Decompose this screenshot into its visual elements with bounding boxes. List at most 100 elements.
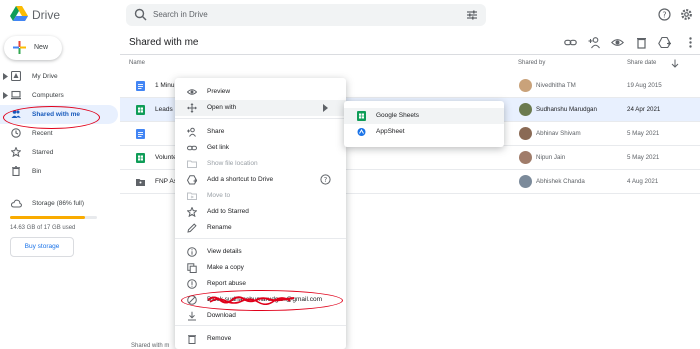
column-header-shared-by[interactable]: Shared by bbox=[518, 60, 545, 66]
drive-logo-icon[interactable] bbox=[10, 6, 28, 22]
new-button-label: New bbox=[34, 44, 49, 51]
sidebar-nav: My Drive Computers Shared with me Recent… bbox=[0, 67, 118, 181]
folder-icon bbox=[187, 160, 197, 168]
menu-item-label: Download bbox=[207, 312, 236, 319]
menu-item-label: Add a shortcut to Drive bbox=[207, 176, 274, 183]
sidebar-item-bin[interactable]: Bin bbox=[0, 162, 118, 181]
svg-text:?: ? bbox=[324, 176, 328, 184]
menu-item-label: Rename bbox=[207, 224, 232, 231]
shared-by: Abhinav Shivam bbox=[536, 130, 581, 137]
submenu-item-google-sheets[interactable]: Google Sheets bbox=[344, 108, 504, 124]
sidebar-item-label: Recent bbox=[32, 130, 53, 137]
menu-item-get-link[interactable]: Get link bbox=[175, 140, 346, 156]
page-title: Shared with me bbox=[129, 37, 199, 48]
menu-item-add-to-starred[interactable]: Add to Starred bbox=[175, 204, 346, 220]
search-icon[interactable] bbox=[134, 8, 147, 21]
file-name[interactable]: 1 Minu bbox=[155, 82, 175, 89]
menu-item-open-with[interactable]: Open with bbox=[175, 100, 346, 116]
menu-item-rename[interactable]: Rename bbox=[175, 220, 346, 236]
person-add-icon[interactable] bbox=[588, 36, 601, 49]
menu-item-label: Share bbox=[207, 128, 225, 135]
trash-icon bbox=[188, 335, 196, 344]
storage-bar bbox=[10, 216, 97, 219]
shared-people-icon bbox=[11, 110, 21, 118]
sidebar-item-shared-with-me[interactable]: Shared with me bbox=[0, 105, 118, 124]
sidebar-item-label: Starred bbox=[32, 149, 54, 156]
avatar bbox=[519, 127, 532, 140]
report-icon bbox=[187, 279, 197, 289]
buy-storage-button[interactable]: Buy storage bbox=[10, 237, 74, 257]
sidebar-item-label: Computers bbox=[32, 92, 64, 99]
sidebar-item-recent[interactable]: Recent bbox=[0, 124, 118, 143]
search-options-icon[interactable] bbox=[466, 9, 478, 21]
search-bar[interactable]: Search in Drive bbox=[126, 4, 486, 26]
eye-icon bbox=[187, 89, 197, 95]
menu-item-label: Block sudhanshumarudgan@gmail.com bbox=[207, 296, 322, 303]
menu-separator bbox=[175, 325, 346, 326]
sheets-icon bbox=[357, 111, 366, 121]
menu-item-label: Move to bbox=[207, 192, 231, 199]
expand-arrow-icon[interactable] bbox=[3, 92, 8, 99]
share-date: 5 May 2021 bbox=[627, 130, 660, 137]
help-icon[interactable]: ? bbox=[658, 8, 671, 21]
link-icon bbox=[187, 145, 197, 151]
column-header-share-date[interactable]: Share date bbox=[627, 60, 656, 66]
file-name[interactable]: Leads bbox=[155, 106, 173, 113]
sidebar-item-computers[interactable]: Computers bbox=[0, 86, 118, 105]
clock-icon bbox=[11, 128, 21, 138]
search-placeholder: Search in Drive bbox=[153, 10, 208, 19]
menu-item-label: Make a copy bbox=[207, 264, 244, 271]
person-add-icon bbox=[187, 127, 196, 137]
add-shortcut-icon[interactable] bbox=[658, 36, 671, 49]
sheets-file-icon bbox=[136, 153, 145, 163]
sidebar-item-label: My Drive bbox=[32, 73, 58, 80]
storage-usage: 14.63 GB of 17 GB used bbox=[10, 225, 76, 231]
menu-item-make-a-copy[interactable]: Make a copy bbox=[175, 260, 346, 276]
sidebar-item-starred[interactable]: Starred bbox=[0, 143, 118, 162]
storage-label[interactable]: Storage (86% full) bbox=[32, 200, 84, 207]
eye-icon[interactable] bbox=[611, 36, 624, 49]
link-icon[interactable] bbox=[564, 36, 577, 49]
shared-by: Abhishek Chanda bbox=[536, 178, 585, 185]
submenu-item-label: AppSheet bbox=[376, 128, 405, 135]
column-header-name[interactable]: Name bbox=[129, 60, 145, 66]
sort-arrow-down-icon[interactable] bbox=[671, 59, 679, 68]
avatar bbox=[519, 151, 532, 164]
new-button[interactable]: New bbox=[4, 36, 62, 60]
context-menu: Preview Open with Share Get link Show file l… bbox=[175, 78, 346, 349]
shared-by: Sudhanshu Marudgan bbox=[536, 106, 597, 113]
menu-item-share[interactable]: Share bbox=[175, 124, 346, 140]
settings-gear-icon[interactable] bbox=[680, 8, 693, 21]
menu-item-download[interactable]: Download bbox=[175, 308, 346, 324]
storage-bar-fill bbox=[10, 216, 85, 219]
expand-arrow-icon[interactable] bbox=[3, 73, 8, 80]
menu-item-report-abuse[interactable]: Report abuse bbox=[175, 276, 346, 292]
menu-item-remove[interactable]: Remove bbox=[175, 331, 346, 347]
menu-item-move-to: Move to bbox=[175, 188, 346, 204]
share-date: 4 Aug 2021 bbox=[627, 178, 659, 185]
sheets-file-icon bbox=[136, 105, 145, 115]
submenu-item-label: Google Sheets bbox=[376, 112, 420, 119]
menu-item-label: Preview bbox=[207, 88, 231, 95]
file-name[interactable]: Volunte bbox=[155, 154, 177, 161]
submenu-item-appsheet[interactable]: AppSheet bbox=[344, 124, 504, 140]
drive-window: Drive Search in Drive ? New My Drive Com… bbox=[0, 0, 700, 349]
star-icon bbox=[11, 147, 21, 157]
file-name[interactable]: FNP As bbox=[155, 178, 177, 185]
more-vertical-icon[interactable] bbox=[684, 36, 697, 49]
menu-item-add-a-shortcut-to-drive[interactable]: Add a shortcut to Drive? bbox=[175, 172, 346, 188]
cloud-icon bbox=[11, 199, 22, 208]
download-icon bbox=[188, 311, 196, 321]
menu-item-show-file-location: Show file location bbox=[175, 156, 346, 172]
trash-icon[interactable] bbox=[635, 36, 648, 49]
menu-item-preview[interactable]: Preview bbox=[175, 84, 346, 100]
sidebar-item-label: Shared with me bbox=[32, 111, 81, 118]
sidebar-item-my-drive[interactable]: My Drive bbox=[0, 67, 118, 86]
menu-item-label: Remove bbox=[207, 335, 232, 342]
avatar bbox=[519, 175, 532, 188]
menu-item-block-sudhanshumarudgan[interactable]: Block sudhanshumarudgan@gmail.com bbox=[175, 292, 346, 308]
menu-item-label: Show file location bbox=[207, 160, 258, 167]
help-icon[interactable]: ? bbox=[320, 174, 331, 185]
menu-item-view-details[interactable]: View details bbox=[175, 244, 346, 260]
submenu-arrow-icon bbox=[323, 104, 328, 112]
